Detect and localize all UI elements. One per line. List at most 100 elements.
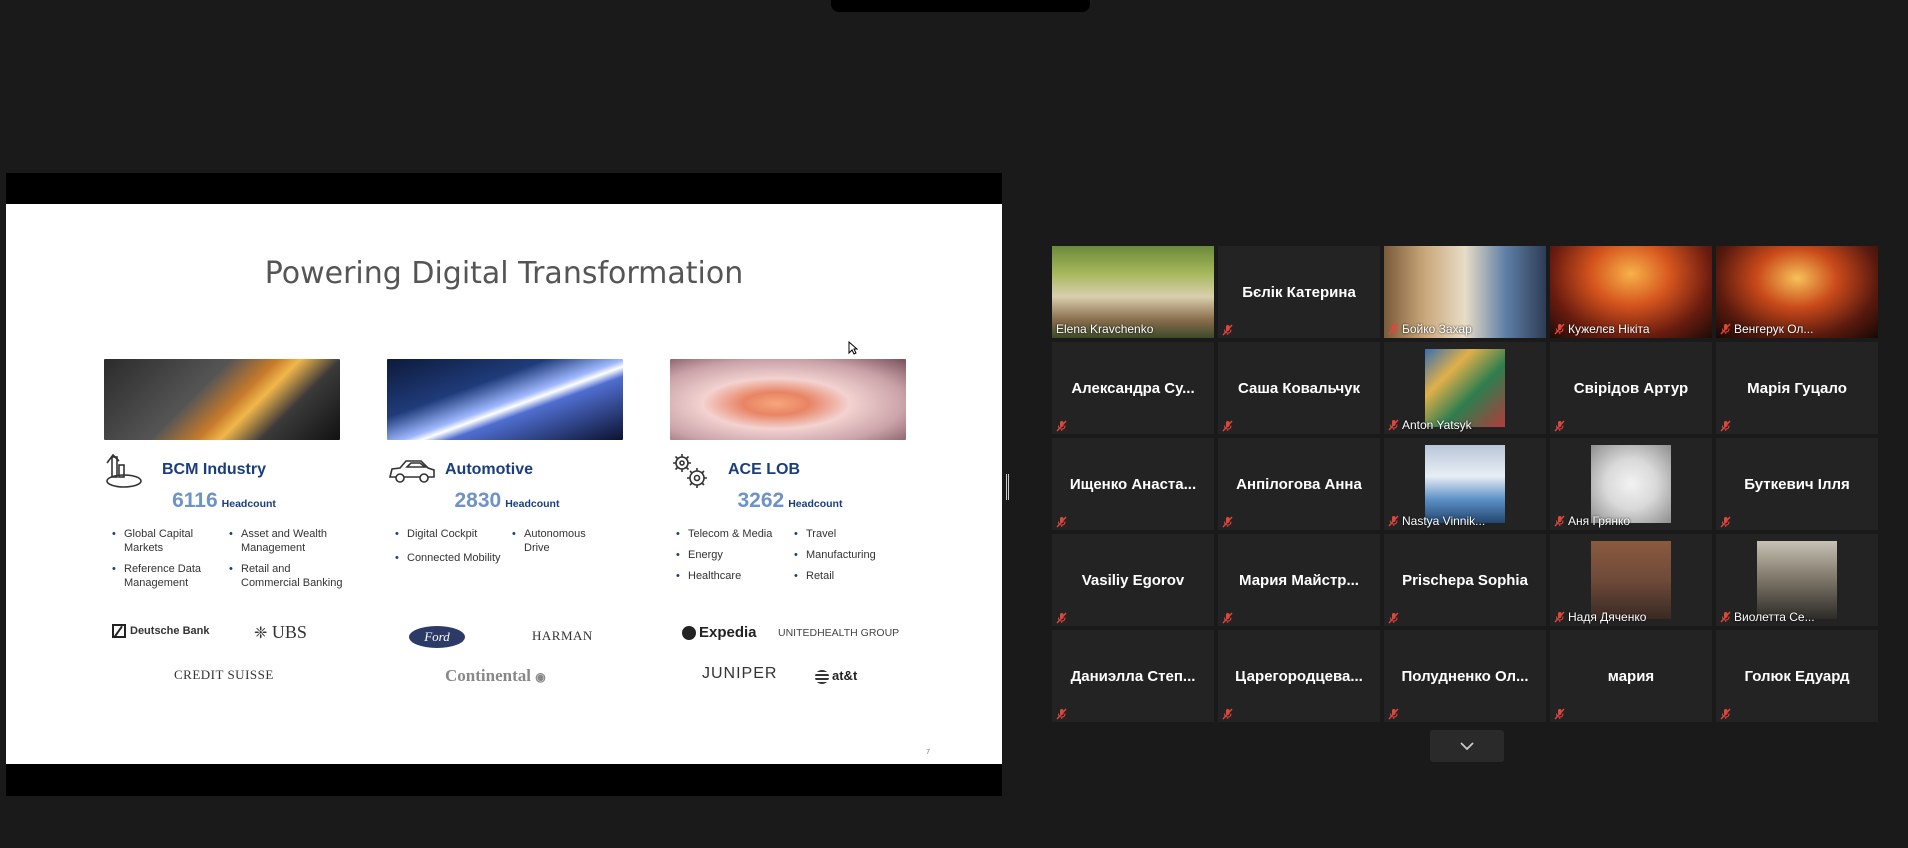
sector-photo — [104, 359, 340, 440]
participant-name: Марія Гуцало — [1747, 380, 1847, 397]
slide-title: Powering Digital Transformation — [264, 256, 744, 291]
participant-label — [1222, 324, 1233, 336]
top-notch — [831, 0, 1090, 12]
participant-video — [1425, 445, 1505, 523]
page-number: 7 — [926, 749, 930, 756]
participant-name: Буткевич Ілля — [1744, 476, 1850, 493]
headcount-label: Headcount — [505, 498, 560, 510]
participant-name: Александра Су... — [1071, 380, 1195, 397]
bullet-list-left: Digital Cockpit Connected Mobility — [395, 527, 505, 572]
bullet-item: Digital Cockpit — [395, 527, 505, 541]
participant-tile[interactable]: Кужелєв Нікіта — [1550, 246, 1712, 338]
sector-header: ACE LOB — [670, 451, 910, 491]
muted-mic-icon — [1222, 324, 1233, 336]
participant-label — [1056, 420, 1067, 432]
participant-tile[interactable]: Анпілогова Анна — [1218, 438, 1380, 530]
participant-tile[interactable]: Царегородцева... — [1218, 630, 1380, 722]
client-logos: Ford HARMAN Continental ◉ — [387, 622, 627, 712]
participant-tile[interactable]: Александра Су... — [1052, 342, 1214, 434]
split-view-divider[interactable] — [1006, 474, 1009, 500]
muted-mic-icon — [1222, 612, 1233, 624]
sector-column-bcm: BCM Industry 6116Headcount Global Capita… — [104, 359, 344, 729]
participant-label: Nastya Vinnik... — [1388, 514, 1485, 528]
shared-screen: Powering Digital Transformation BCM Indu… — [6, 173, 1002, 796]
participant-name: Саша Ковальчук — [1237, 380, 1361, 397]
headcount: 2830 Headcount — [387, 489, 627, 513]
att-logo: at&t — [815, 668, 857, 684]
muted-mic-icon — [1222, 516, 1233, 528]
bullet-item: Retail — [794, 569, 904, 583]
participant-tile[interactable]: Бойко Захар — [1384, 246, 1546, 338]
participant-name: Царегородцева... — [1235, 668, 1363, 685]
headcount-number: 6116 — [172, 489, 218, 512]
unitedhealth-logo: UNITEDHEALTH GROUP — [778, 627, 900, 639]
participant-tile[interactable]: Марія Гуцало — [1716, 342, 1878, 434]
participant-tile[interactable]: Свірідов Артур — [1550, 342, 1712, 434]
sector-header: BCM Industry — [104, 451, 344, 491]
presentation-slide: Powering Digital Transformation BCM Indu… — [6, 204, 1002, 764]
participant-video — [1757, 541, 1837, 619]
bullet-item: Retail and Commercial Banking — [229, 562, 344, 590]
participant-tile[interactable]: Elena Kravchenko — [1052, 246, 1214, 338]
participant-name: Бєлік Катерина — [1242, 284, 1356, 301]
participant-tile[interactable]: Венгерук Ол... — [1716, 246, 1878, 338]
participant-name: Anton Yatsyk — [1402, 418, 1472, 432]
bullet-item: Autonomous Drive — [512, 527, 612, 555]
bullet-item: Reference Data Management — [112, 562, 222, 590]
sector-column-ace-lob: ACE LOB 3262Headcount Telecom & Media En… — [670, 359, 910, 729]
participant-label: Elena Kravchenko — [1056, 322, 1153, 336]
participant-name: Prischepa Sophia — [1402, 572, 1528, 589]
headcount-label: Headcount — [788, 498, 843, 510]
participant-label — [1554, 420, 1565, 432]
client-logos: Deutsche Bank ❈ UBS CREDIT SUISSE — [104, 622, 344, 712]
participant-tile[interactable]: Саша Ковальчук — [1218, 342, 1380, 434]
participant-tile[interactable]: Бєлік Катерина — [1218, 246, 1380, 338]
participant-tile[interactable]: мария — [1550, 630, 1712, 722]
muted-mic-icon — [1388, 515, 1399, 527]
participant-label: Anton Yatsyk — [1388, 418, 1472, 432]
muted-mic-icon — [1388, 419, 1399, 431]
headcount-number: 3262 — [737, 489, 785, 512]
participant-tile[interactable]: Prischepa Sophia — [1384, 534, 1546, 626]
muted-mic-icon — [1222, 420, 1233, 432]
gallery-next-page-button[interactable] — [1430, 730, 1504, 762]
gears-icon — [673, 454, 707, 488]
participant-tile[interactable]: Ищенко Анаста... — [1052, 438, 1214, 530]
car-icon — [388, 460, 435, 483]
participant-tile[interactable]: Голюк Едуард — [1716, 630, 1878, 722]
participant-name: Свірідов Артур — [1573, 380, 1689, 397]
participant-name: Голюк Едуард — [1744, 668, 1850, 685]
muted-mic-icon — [1720, 516, 1731, 528]
headcount-number: 2830 — [454, 489, 502, 512]
participant-label: Надя Дяченко — [1554, 610, 1646, 624]
muted-mic-icon — [1554, 323, 1565, 335]
participant-tile[interactable]: Мария Майстр... — [1218, 534, 1380, 626]
muted-mic-icon — [1388, 708, 1399, 720]
sector-name: Automotive — [445, 461, 533, 478]
participant-tile[interactable]: Даниэлла Степ... — [1052, 630, 1214, 722]
participant-label — [1388, 612, 1399, 624]
participant-tile[interactable]: Аня Грянко — [1550, 438, 1712, 530]
participant-tile[interactable]: Буткевич Ілля — [1716, 438, 1878, 530]
muted-mic-icon — [1554, 420, 1565, 432]
participant-label — [1056, 612, 1067, 624]
participant-tile[interactable]: Надя Дяченко — [1550, 534, 1712, 626]
participant-label — [1388, 708, 1399, 720]
bullet-list-left: Telecom & Media Energy Healthcare — [676, 527, 786, 590]
expedia-logo: Expedia — [682, 624, 757, 641]
sector-name: BCM Industry — [162, 461, 266, 478]
muted-mic-icon — [1388, 323, 1399, 335]
sector-name: ACE LOB — [728, 461, 800, 478]
muted-mic-icon — [1554, 611, 1565, 623]
participant-video — [1591, 445, 1671, 523]
participant-tile[interactable]: Nastya Vinnik... — [1384, 438, 1546, 530]
participant-tile[interactable]: Vasiliy Egorov — [1052, 534, 1214, 626]
participant-tile[interactable]: Виолетта Се... — [1716, 534, 1878, 626]
participant-name: Надя Дяченко — [1568, 610, 1647, 624]
bullet-item: Global Capital Markets — [112, 527, 222, 555]
participant-tile[interactable]: Полудненко Ол... — [1384, 630, 1546, 722]
harman-logo: HARMAN — [532, 628, 593, 643]
industry-chart-icon — [106, 453, 142, 488]
participant-tile[interactable]: Anton Yatsyk — [1384, 342, 1546, 434]
headcount: 6116 Headcount — [104, 489, 344, 513]
